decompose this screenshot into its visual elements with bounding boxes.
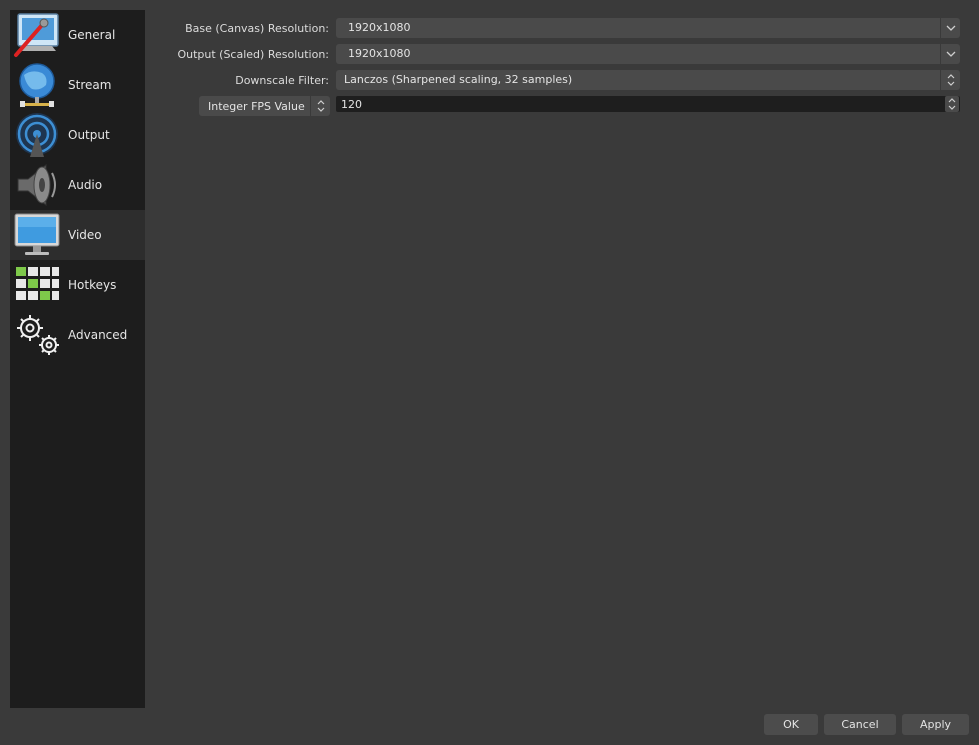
chevron-down-icon [946, 25, 956, 31]
updown-arrows-icon [317, 100, 325, 112]
dropdown-arrow[interactable] [940, 18, 960, 38]
stream-icon [19, 63, 55, 107]
sidebar-item-stream[interactable]: Stream [10, 60, 145, 110]
apply-button[interactable]: Apply [902, 714, 969, 735]
updown-arrows-icon [947, 74, 955, 86]
sidebar-item-label: Video [68, 228, 102, 242]
sidebar-item-label: General [68, 28, 116, 42]
advanced-icon [17, 315, 59, 355]
hotkeys-icon [16, 267, 59, 300]
spin-buttons[interactable] [945, 96, 959, 112]
general-icon [14, 13, 59, 57]
fps-value-spinbox[interactable]: 120 [336, 96, 960, 112]
sidebar-item-general[interactable]: General [10, 10, 145, 60]
dropdown-arrow[interactable] [940, 44, 960, 64]
fps-type-combo[interactable]: Integer FPS Value [199, 96, 330, 116]
audio-icon [17, 163, 56, 207]
ok-button[interactable]: OK [764, 714, 818, 735]
video-icon [14, 213, 60, 255]
chevron-down-icon [946, 51, 956, 57]
sidebar-item-output[interactable]: Output [10, 110, 145, 160]
sidebar-item-label: Output [68, 128, 110, 142]
fps-value: 120 [341, 98, 362, 111]
sidebar-item-hotkeys[interactable]: Hotkeys [10, 260, 145, 310]
downscale-filter-label: Downscale Filter: [235, 74, 329, 87]
sidebar-item-label: Audio [68, 178, 103, 192]
output-resolution-label: Output (Scaled) Resolution: [177, 48, 329, 61]
sidebar-item-label: Stream [68, 78, 112, 92]
downscale-filter-value: Lanczos (Sharpened scaling, 32 samples) [344, 73, 573, 86]
output-resolution-combo[interactable]: 1920x1080 [336, 44, 960, 64]
settings-sidebar: General Stream Output Audio Video Hotkey… [10, 10, 145, 708]
output-icon [16, 113, 58, 157]
output-resolution-value: 1920x1080 [348, 47, 411, 60]
downscale-filter-combo[interactable]: Lanczos (Sharpened scaling, 32 samples) [336, 70, 960, 90]
fps-type-value: Integer FPS Value [208, 100, 305, 113]
updown-arrows-icon [948, 98, 956, 110]
cancel-button[interactable]: Cancel [824, 714, 896, 735]
sidebar-item-label: Advanced [68, 328, 128, 342]
sidebar-item-audio[interactable]: Audio [10, 160, 145, 210]
base-resolution-value: 1920x1080 [348, 21, 411, 34]
sidebar-item-video[interactable]: Video [10, 210, 145, 260]
sidebar-item-advanced[interactable]: Advanced [10, 310, 145, 360]
base-resolution-combo[interactable]: 1920x1080 [336, 18, 960, 38]
dropdown-arrow[interactable] [940, 70, 960, 90]
base-resolution-label: Base (Canvas) Resolution: [185, 22, 329, 35]
dropdown-arrow[interactable] [310, 96, 330, 116]
sidebar-item-label: Hotkeys [68, 278, 117, 292]
